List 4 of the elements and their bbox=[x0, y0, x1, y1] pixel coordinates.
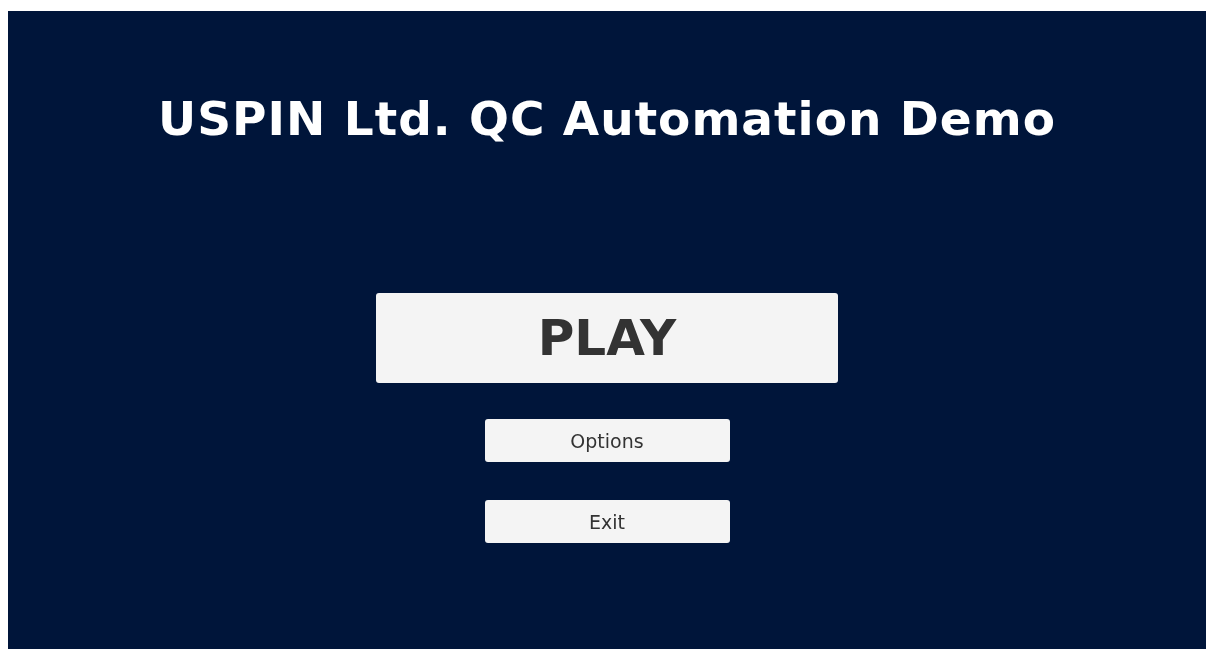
menu-button[interactable]: Options bbox=[484, 419, 730, 462]
game-title: USPIN Ltd. QC Automation Demo bbox=[158, 93, 1056, 145]
play-button[interactable]: PLAY bbox=[376, 293, 838, 383]
menu-button[interactable]: Exit bbox=[484, 500, 730, 543]
